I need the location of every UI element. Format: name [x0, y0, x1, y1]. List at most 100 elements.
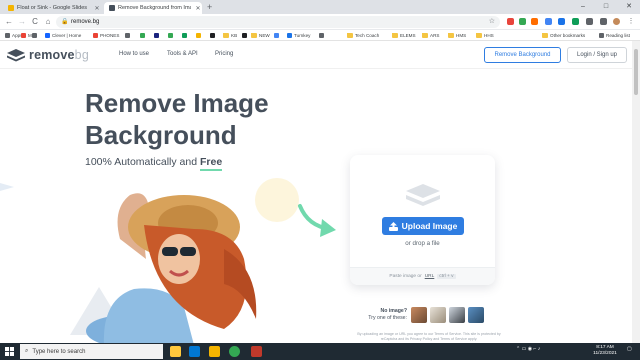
reading-list[interactable]: Reading list: [599, 31, 630, 40]
bookmark-kb[interactable]: KB: [223, 31, 237, 40]
layers-icon: [406, 184, 440, 206]
logo-text: removebg: [29, 48, 89, 62]
chrome-icon[interactable]: [229, 346, 240, 357]
browser-toolbar: ← → C ⌂ 🔒 remove.bg ☆ ⋮: [0, 14, 640, 30]
woman-photo: [86, 193, 257, 343]
hero-title: Remove Image Background: [85, 88, 269, 150]
close-tab-icon[interactable]: ✕: [93, 5, 101, 12]
tray-icons[interactable]: ⌃ ▭ ◉ ⌐ ♪: [516, 346, 540, 352]
bookmark-ars[interactable]: ARS: [422, 31, 439, 40]
nav-how-to-use[interactable]: How to use: [119, 51, 149, 57]
media-icon[interactable]: [600, 18, 607, 25]
lock-icon: 🔒: [61, 19, 69, 25]
puzzle-icon[interactable]: [586, 18, 593, 25]
hero-section: Remove Image Background 100% Automatical…: [0, 69, 632, 343]
new-tab-button[interactable]: +: [207, 2, 212, 12]
tab-title: Remove Background from Imag: [118, 5, 191, 11]
upload-image-button[interactable]: Upload Image: [382, 217, 464, 235]
extension-icon[interactable]: [558, 18, 565, 25]
file-explorer-icon[interactable]: [170, 346, 181, 357]
taskbar: ⌕ Type here to search ⌃ ▭ ◉ ⌐ ♪ 8:17 AM …: [0, 343, 640, 360]
free-highlight: Free: [200, 156, 223, 171]
upload-card[interactable]: Upload Image or drop a file Paste image …: [350, 155, 495, 285]
tab-title: Float or Sink - Google Slides: [17, 5, 88, 11]
bookmark-item[interactable]: [182, 31, 187, 40]
login-signup-button[interactable]: Login / Sign up: [567, 47, 627, 63]
back-button[interactable]: ←: [3, 16, 15, 28]
bookmark-turnkey[interactable]: Turnkey: [287, 31, 310, 40]
minimize-button[interactable]: –: [572, 0, 594, 14]
paste-hint: Paste image or URL ctrl + v: [350, 267, 495, 285]
removebg-logo[interactable]: removebg: [7, 48, 89, 62]
bookmark-apps[interactable]: Apps: [5, 31, 22, 40]
bookmark-item[interactable]: [210, 31, 215, 40]
bookmark-elems[interactable]: ELEMS: [392, 31, 416, 40]
windows-start-icon[interactable]: [5, 347, 14, 356]
reload-button[interactable]: C: [29, 16, 41, 28]
bookmark-item[interactable]: [274, 31, 279, 40]
drop-file-text: or drop a file: [405, 240, 440, 247]
bookmark-star-icon[interactable]: ☆: [489, 16, 495, 28]
logo-icon: [7, 48, 25, 61]
bookmarks-bar: Apps M Clever | Home PHONES KB NEW Turnk…: [0, 30, 640, 41]
bookmark-item[interactable]: [125, 31, 130, 40]
taskbar-search[interactable]: ⌕ Type here to search: [20, 344, 163, 359]
remove-background-button[interactable]: Remove Background: [484, 47, 561, 63]
tab-strip: Float or Sink - Google Slides ✕ Remove B…: [0, 0, 640, 14]
site-header: removebg How to use Tools & API Pricing …: [0, 41, 640, 69]
bookmark-item[interactable]: [242, 31, 247, 40]
bookmark-hms[interactable]: HMS: [448, 31, 466, 40]
maximize-button[interactable]: □: [595, 0, 617, 14]
avatar[interactable]: [613, 18, 620, 25]
removebg-favicon-icon: [109, 5, 115, 11]
folder-icon[interactable]: [209, 346, 220, 357]
bookmark-hhs[interactable]: HHS: [476, 31, 494, 40]
bookmark-item[interactable]: [168, 31, 173, 40]
bookmark-item[interactable]: [32, 31, 37, 40]
scrollbar-thumb[interactable]: [634, 49, 638, 95]
tab-google-slides[interactable]: Float or Sink - Google Slides ✕: [3, 2, 101, 14]
paste-shortcut: ctrl + v: [437, 274, 456, 279]
bookmark-item[interactable]: [196, 31, 201, 40]
extension-icon[interactable]: [519, 18, 526, 25]
sample-image-car[interactable]: [468, 307, 484, 323]
app-icon[interactable]: [251, 346, 262, 357]
forward-button[interactable]: →: [16, 16, 28, 28]
extension-icon[interactable]: [531, 18, 538, 25]
nav-pricing[interactable]: Pricing: [215, 51, 233, 57]
bookmark-tech-coach[interactable]: Tech Coach: [347, 31, 379, 40]
nav-tools-api[interactable]: Tools & API: [167, 51, 198, 57]
search-icon: ⌕: [25, 348, 29, 354]
store-icon[interactable]: [189, 346, 200, 357]
close-window-button[interactable]: ✕: [618, 0, 640, 14]
url-text: remove.bg: [71, 19, 100, 25]
sample-image-animal[interactable]: [430, 307, 446, 323]
other-bookmarks[interactable]: Other bookmarks: [542, 31, 585, 40]
menu-icon[interactable]: ⋮: [625, 16, 637, 28]
close-tab-icon[interactable]: ✕: [194, 5, 202, 12]
bookmark-new[interactable]: NEW: [251, 31, 270, 40]
extension-icon[interactable]: [572, 18, 579, 25]
system-clock[interactable]: 8:17 AM 11/23/2021: [590, 345, 620, 357]
address-bar[interactable]: 🔒 remove.bg ☆: [56, 16, 500, 28]
upload-icon: [388, 221, 398, 231]
no-image-prompt: No image? Try one of these:: [368, 308, 407, 321]
legal-text: By uploading an image or URL you agree t…: [357, 332, 501, 341]
bookmark-item[interactable]: [319, 31, 324, 40]
bookmark-item[interactable]: [154, 31, 159, 40]
sample-image-product[interactable]: [449, 307, 465, 323]
tab-remove-bg[interactable]: Remove Background from Imag ✕: [104, 2, 202, 14]
bookmark-clever[interactable]: Clever | Home: [45, 31, 81, 40]
bookmark-item[interactable]: [140, 31, 145, 40]
home-button[interactable]: ⌂: [42, 16, 54, 28]
bookmark-phones[interactable]: PHONES: [93, 31, 119, 40]
notifications-icon[interactable]: ▢: [627, 346, 632, 352]
bookmark-gmail[interactable]: M: [21, 31, 32, 40]
hero-subtitle: 100% Automatically and Free: [85, 156, 223, 171]
page-scrollbar[interactable]: [632, 41, 640, 343]
slides-icon: [8, 5, 14, 11]
extension-icon[interactable]: [545, 18, 552, 25]
extension-icon[interactable]: [507, 18, 514, 25]
paste-url-link[interactable]: URL: [425, 274, 435, 279]
sample-image-person[interactable]: [411, 307, 427, 323]
